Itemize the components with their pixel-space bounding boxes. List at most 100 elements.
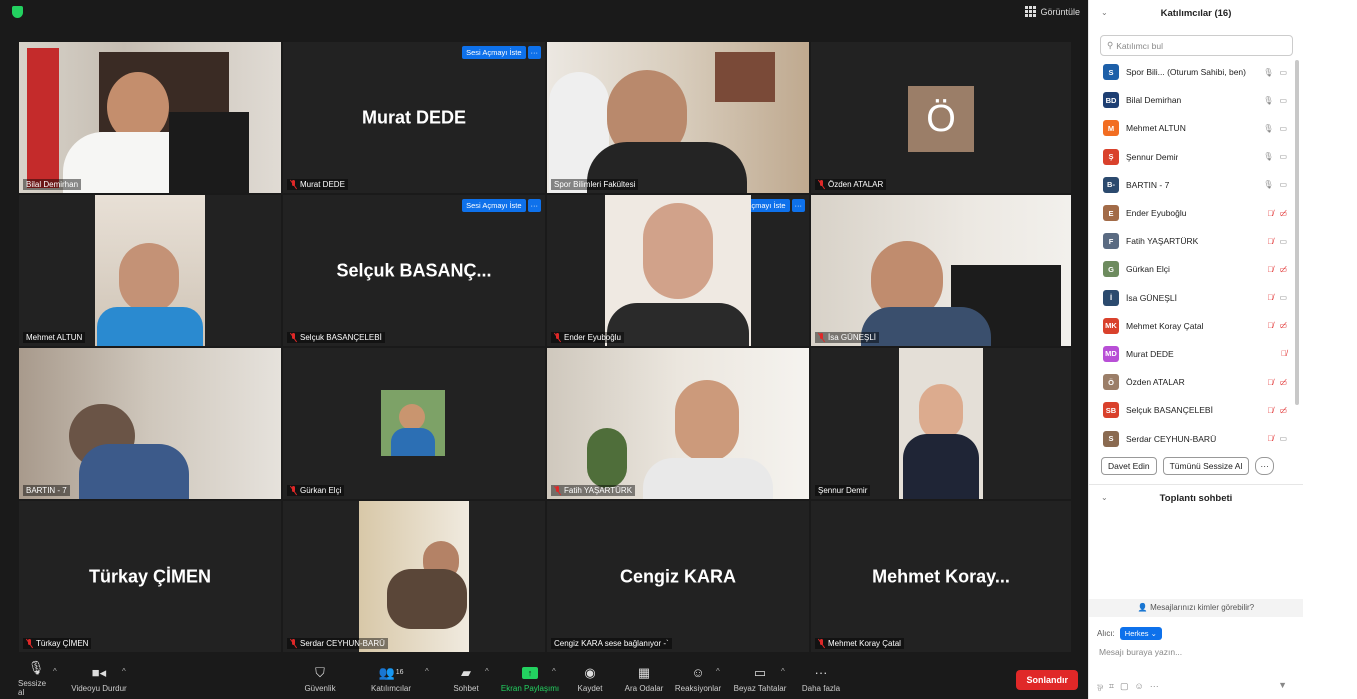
video-options-caret[interactable]: ^ bbox=[122, 667, 126, 676]
share-options-caret[interactable]: ^ bbox=[552, 667, 556, 676]
more-button[interactable]: ··· Daha fazla bbox=[800, 658, 842, 699]
participants-button[interactable]: 👥 16 Katılımcılar bbox=[368, 658, 414, 699]
video-off-icon: ▭̸ bbox=[1279, 377, 1287, 387]
participant-name: Murat DEDE bbox=[1126, 348, 1174, 359]
participant-row[interactable]: SB Selçuk BASANÇELEBİ 🎙̸ ▭̸ bbox=[1089, 396, 1303, 424]
who-can-see-messages[interactable]: 👤 Mesajlarınızı kimler görebilir? bbox=[1089, 599, 1303, 617]
participant-avatar: Ö bbox=[1103, 374, 1119, 391]
participant-status: 🎙 ▭ bbox=[1263, 124, 1287, 133]
record-button[interactable]: ◉ Kaydet bbox=[572, 658, 608, 699]
participant-avatar: F bbox=[1103, 233, 1119, 250]
breakout-rooms-button[interactable]: ▦ Ara Odalar bbox=[620, 658, 668, 699]
stop-video-button[interactable]: ■◂ Videoyu Durdur bbox=[70, 658, 128, 699]
whiteboard-button[interactable]: ▭ Beyaz Tahtalar bbox=[732, 658, 788, 699]
participant-row[interactable]: Ş Şennur Demir 🎙 ▭ bbox=[1089, 143, 1303, 171]
face bbox=[119, 243, 179, 313]
microphone-icon: 🎙 bbox=[1263, 95, 1274, 105]
participant-row[interactable]: İ İsa GÜNEŞLİ 🎙̸ ▭ bbox=[1089, 284, 1303, 312]
participant-row[interactable]: M Mehmet ALTUN 🎙 ▭ bbox=[1089, 114, 1303, 142]
whiteboard-options-caret[interactable]: ^ bbox=[781, 667, 785, 676]
video-tile[interactable]: Sesi Açmayı İste ··· Murat DEDE Murat DED… bbox=[283, 42, 545, 193]
mic-muted-icon: 🎙̸ bbox=[1267, 236, 1274, 246]
participant-row[interactable]: S Serdar CEYHUN-BARÜ 🎙̸ ▭ bbox=[1089, 424, 1303, 452]
participant-actions: Davet Edin Tümünü Sessize Al ··· bbox=[1101, 457, 1274, 475]
video-tile[interactable]: Fatih YAŞARTÜRK bbox=[547, 348, 809, 499]
recipient-select[interactable]: Herkes ⌄ bbox=[1119, 627, 1162, 640]
participant-row[interactable]: BD Bilal Demirhan 🎙 ▭ bbox=[1089, 86, 1303, 114]
chat-options-caret[interactable]: ^ bbox=[485, 667, 489, 676]
chat-button[interactable]: ▰ Sohbet bbox=[448, 658, 484, 699]
tile-more-button[interactable]: ··· bbox=[527, 199, 541, 212]
more-tools-icon[interactable]: ··· bbox=[1150, 681, 1159, 694]
plant bbox=[587, 428, 627, 488]
participant-name: Mehmet Koray Çatal bbox=[1126, 320, 1204, 331]
view-button[interactable]: Görüntüle bbox=[1025, 6, 1080, 17]
zoom-meeting-window: Görüntüle Bilal Demirhan Sesi Açmayı İst… bbox=[0, 0, 1357, 699]
person-icon: 👤 bbox=[1137, 603, 1151, 612]
ask-unmute-button[interactable]: Sesi Açmayı İste bbox=[462, 46, 526, 59]
participant-avatar: BD bbox=[1103, 92, 1119, 109]
chat-message-input[interactable]: Mesajı buraya yazın... bbox=[1099, 647, 1182, 657]
format-icon[interactable]: ⅌ bbox=[1097, 681, 1103, 694]
participant-row[interactable]: B- BARTIN - 7 🎙 ▭ bbox=[1089, 171, 1303, 199]
video-tile[interactable]: BARTIN - 7 bbox=[19, 348, 281, 499]
participant-avatar: E bbox=[1103, 205, 1119, 222]
video-camera-icon: ▭ bbox=[1279, 293, 1287, 303]
shirt bbox=[387, 569, 467, 629]
reactions-icon: ☺ bbox=[691, 665, 705, 680]
video-tile[interactable]: Şennur Demir bbox=[811, 348, 1071, 499]
mute-button[interactable]: 🎙 Sessize al bbox=[18, 658, 54, 699]
share-screen-button[interactable]: ↑ Ekran Paylaşımı bbox=[500, 658, 560, 699]
participant-row[interactable]: G Gürkan Elçi 🎙̸ ▭̸ bbox=[1089, 255, 1303, 283]
video-tile[interactable]: Türkay ÇİMEN Türkay ÇİMEN bbox=[19, 501, 281, 652]
video-tile[interactable]: Spor Bilimleri Fakültesi bbox=[547, 42, 809, 193]
encryption-shield-icon[interactable] bbox=[12, 6, 23, 18]
participant-name: Şennur Demir bbox=[1126, 151, 1179, 162]
recipient-label: Alıcı: bbox=[1097, 629, 1115, 638]
ask-unmute-button[interactable]: Sesi Açmayı İste bbox=[462, 199, 526, 212]
video-tile[interactable]: Sesi Açmayı İste··· İsa GÜNEŞLİ bbox=[811, 195, 1071, 346]
video-tile[interactable]: Serdar CEYHUN-BARÜ bbox=[283, 501, 545, 652]
screenshot-icon[interactable]: ⌗ bbox=[1109, 681, 1114, 694]
tile-more-button[interactable]: ··· bbox=[527, 46, 541, 59]
filter-icon[interactable]: ▼ bbox=[1278, 680, 1287, 690]
participant-row[interactable]: Ö Özden ATALAR 🎙̸ ▭̸ bbox=[1089, 368, 1303, 396]
participant-list-scrollbar[interactable] bbox=[1295, 60, 1299, 405]
video-tile[interactable]: Mehmet ALTUN bbox=[19, 195, 281, 346]
reactions-options-caret[interactable]: ^ bbox=[716, 667, 720, 676]
end-meeting-button[interactable]: Sonlandır bbox=[1016, 670, 1078, 690]
mute-options-caret[interactable]: ^ bbox=[53, 667, 57, 676]
microphone-icon: 🎙 bbox=[1263, 180, 1274, 190]
mute-all-button[interactable]: Tümünü Sessize Al bbox=[1162, 457, 1250, 475]
video-tile[interactable]: Mehmet Koray... Mehmet Koray Çatal bbox=[811, 501, 1071, 652]
security-button[interactable]: ⛉ Güvenlik bbox=[302, 658, 338, 699]
participant-row[interactable]: S Spor Bili... (Oturum Sahibi, ben) 🎙 ▭ bbox=[1089, 58, 1303, 86]
unmute-request: Sesi Açmayı İste··· bbox=[462, 199, 541, 212]
tile-more-button[interactable]: ··· bbox=[791, 199, 805, 212]
video-tile[interactable]: Sesi Açmayı İste ··· Ender Eyuboğlu bbox=[547, 195, 809, 346]
video-tile[interactable]: Cengiz KARA Cengiz KARA sese bağlanıyor … bbox=[547, 501, 809, 652]
participant-row[interactable]: MK Mehmet Koray Çatal 🎙̸ ▭̸ bbox=[1089, 312, 1303, 340]
mic-muted-icon: 🎙̸ bbox=[1267, 293, 1274, 303]
video-camera-icon: ▭ bbox=[1279, 152, 1287, 162]
participants-more-button[interactable]: ··· bbox=[1255, 457, 1274, 475]
participant-row[interactable]: F Fatih YAŞARTÜRK 🎙̸ ▭ bbox=[1089, 227, 1303, 255]
participant-status: 🎙̸ bbox=[1281, 349, 1287, 358]
video-tile[interactable]: Gürkan Elçi bbox=[283, 348, 545, 499]
participants-options-caret[interactable]: ^ bbox=[425, 667, 429, 676]
invite-button[interactable]: Davet Edin bbox=[1101, 457, 1157, 475]
mic-muted-icon bbox=[290, 639, 297, 648]
tile-label: Fatih YAŞARTÜRK bbox=[551, 485, 636, 496]
tile-display-name: Türkay ÇİMEN bbox=[88, 566, 212, 586]
emoji-icon[interactable]: ☺ bbox=[1135, 681, 1144, 694]
video-tile[interactable]: Bilal Demirhan bbox=[19, 42, 281, 193]
participant-status: 🎙 ▭ bbox=[1263, 96, 1287, 105]
file-icon[interactable]: ▢ bbox=[1120, 681, 1129, 694]
reactions-button[interactable]: ☺ Reaksiyonlar bbox=[674, 658, 722, 699]
video-tile[interactable]: Ö Özden ATALAR bbox=[811, 42, 1071, 193]
mic-muted-icon bbox=[818, 639, 825, 648]
participant-row[interactable]: MD Murat DEDE 🎙̸ bbox=[1089, 340, 1303, 368]
video-tile[interactable]: Sesi Açmayı İste ··· Selçuk BASANÇ... Sel… bbox=[283, 195, 545, 346]
participant-search-input[interactable]: ⚲ Katılımcı bul bbox=[1100, 35, 1293, 56]
participant-row[interactable]: E Ender Eyuboğlu 🎙̸ ▭̸ bbox=[1089, 199, 1303, 227]
